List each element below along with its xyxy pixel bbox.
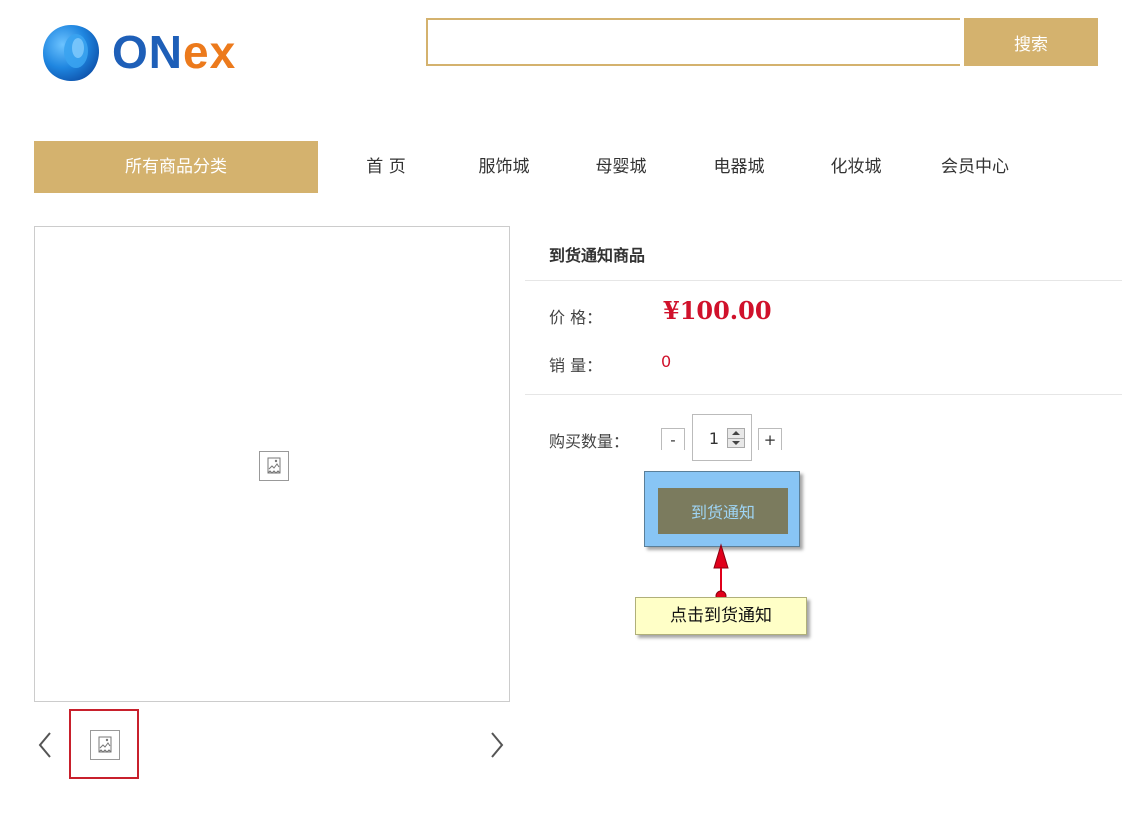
nav-item-cosmetics[interactable]: 化妆城: [806, 141, 906, 193]
spin-arrows-icon[interactable]: [727, 428, 745, 448]
quantity-increase-button[interactable]: +: [758, 428, 782, 450]
search-bar: 搜索: [426, 18, 1098, 70]
all-categories-button[interactable]: 所有商品分类: [34, 141, 318, 193]
quantity-label: 购买数量：: [549, 432, 630, 451]
quantity-decrease-button[interactable]: -: [661, 428, 685, 450]
arrival-notify-button[interactable]: 到货通知: [658, 488, 788, 534]
price-value: ¥100.00: [663, 296, 772, 325]
chevron-right-icon[interactable]: [484, 727, 508, 763]
divider: [525, 394, 1122, 395]
search-input[interactable]: [426, 18, 960, 66]
notify-button-highlight: 到货通知: [644, 471, 800, 547]
tutorial-callout: 点击到货通知: [635, 597, 807, 635]
main-nav: 所有商品分类 首 页 服饰城 母婴城 电器城 化妆城 会员中心: [34, 141, 1094, 193]
quantity-input[interactable]: [697, 428, 719, 448]
thumbnail-selected[interactable]: [69, 709, 139, 779]
price-label: 价 格：: [549, 308, 603, 327]
logo-text-on: ON: [112, 26, 183, 78]
logo-text: ONex: [112, 26, 236, 78]
spin-down-icon[interactable]: [732, 441, 740, 445]
sales-label: 销 量：: [549, 356, 603, 375]
broken-image-icon: [259, 451, 289, 481]
logo[interactable]: ONex: [40, 20, 280, 86]
divider: [525, 280, 1122, 281]
nav-item-home[interactable]: 首 页: [336, 141, 436, 193]
logo-mark-icon: [43, 25, 100, 82]
quantity-stepper: [692, 414, 752, 461]
logo-text-ex: ex: [183, 26, 237, 78]
nav-item-apparel[interactable]: 服饰城: [454, 141, 554, 193]
chevron-left-icon[interactable]: [34, 727, 58, 763]
nav-item-member-center[interactable]: 会员中心: [925, 141, 1025, 193]
nav-item-electronics[interactable]: 电器城: [689, 141, 789, 193]
product-title: 到货通知商品: [549, 246, 646, 265]
spin-up-icon[interactable]: [732, 431, 740, 435]
callout-pointer-icon: [713, 543, 729, 602]
product-main-image[interactable]: [34, 226, 510, 702]
search-button[interactable]: 搜索: [964, 18, 1098, 66]
broken-image-icon: [90, 730, 120, 760]
nav-item-baby[interactable]: 母婴城: [571, 141, 671, 193]
sales-value: 0: [661, 352, 672, 371]
